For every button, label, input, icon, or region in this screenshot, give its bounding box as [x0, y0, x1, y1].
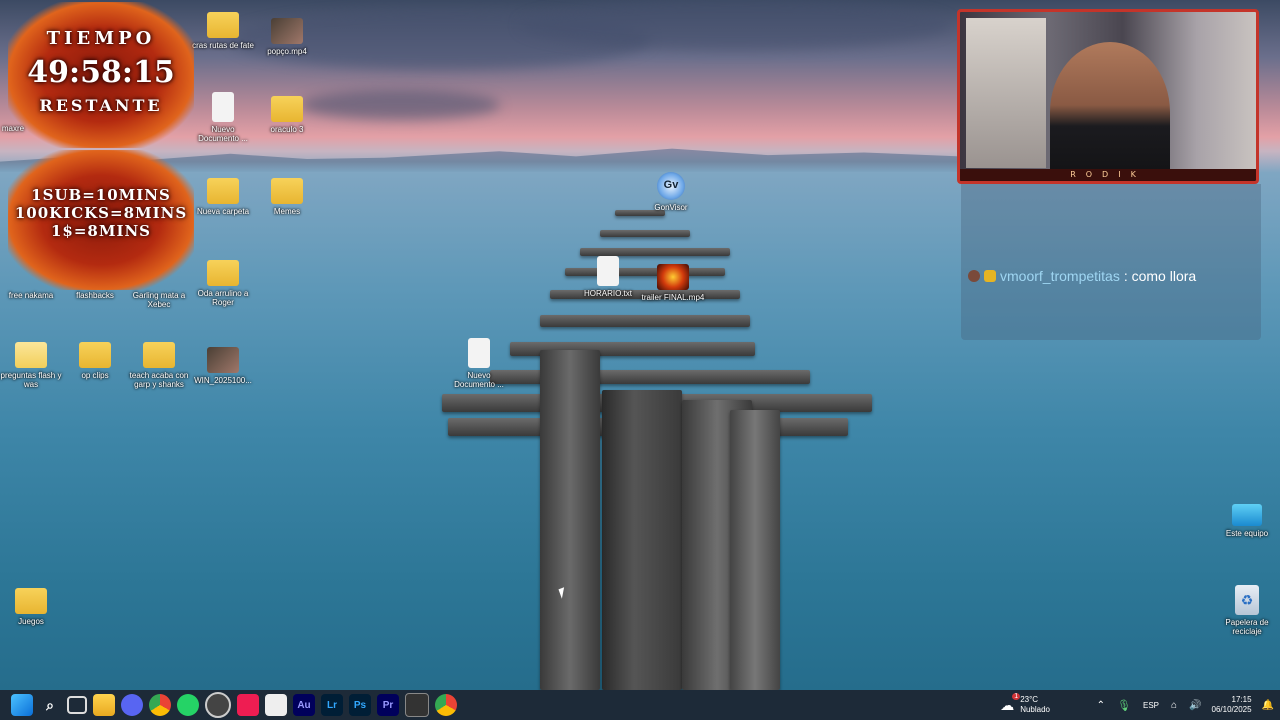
timer-value: 49:58:15	[27, 55, 175, 90]
lightroom-icon[interactable]: Lr	[321, 694, 343, 716]
plank	[602, 390, 682, 690]
system-tray: ☁ 1 23°C Nublado	[994, 690, 1050, 720]
tiktok-icon[interactable]	[237, 694, 259, 716]
folder-icon	[15, 588, 47, 614]
desktop-icon-text-file[interactable]: HORARIO.txt	[575, 256, 641, 298]
file-explorer-icon[interactable]	[93, 694, 115, 716]
shelf-background	[966, 18, 1046, 168]
recycle-bin-icon: ♻	[1235, 585, 1259, 615]
language-indicator[interactable]: ESP	[1143, 701, 1159, 710]
clock[interactable]: 17:15 06/10/2025	[1212, 695, 1252, 714]
timer-label-bottom: RESTANTE	[39, 96, 163, 115]
network-icon[interactable]: ⌂	[1171, 700, 1177, 711]
desktop-icon-document[interactable]: Nuevo Documento ...	[446, 338, 512, 389]
webcam-overlay: RODIK	[957, 9, 1259, 184]
search-icon[interactable]: ⌕	[39, 694, 61, 716]
chat-username: vmoorf_trompetitas	[1000, 268, 1120, 284]
task-view-icon[interactable]	[67, 696, 87, 714]
weather-icon[interactable]: ☁	[1000, 697, 1014, 714]
plank	[600, 230, 690, 237]
subathon-timer-panel: TIEMPO 49:58:15 RESTANTE	[8, 2, 194, 148]
rule-kicks: 100KICKS=8MINS	[14, 204, 188, 222]
desktop-icon-folder[interactable]: cras rutas de fate	[190, 12, 256, 50]
desktop-icon-video[interactable]: popço.mp4	[254, 18, 320, 56]
plank	[490, 370, 810, 384]
folder-icon	[15, 342, 47, 368]
document-icon	[212, 92, 234, 122]
chat-overlay-panel	[961, 184, 1261, 340]
terminal-icon[interactable]	[405, 693, 429, 717]
plank	[540, 315, 750, 327]
chrome-active-icon[interactable]	[435, 694, 457, 716]
desktop-icon-gonvisor[interactable]: Gv GonVisor	[638, 172, 704, 212]
microphone-icon[interactable]: 🎙	[1117, 699, 1131, 712]
taskbar: ⌕ Au Lr Ps Pr ☁ 1 23°C Nublado ⌃ 🎙 ESP ⌂…	[0, 690, 1280, 720]
folder-icon	[271, 178, 303, 204]
photoshop-icon[interactable]: Ps	[349, 694, 371, 716]
chat-message: vmoorf_trompetitas : como llora	[968, 268, 1196, 284]
desktop-icon-folder[interactable]: Nueva carpeta	[190, 178, 256, 216]
streamer-video	[1050, 42, 1170, 181]
clock-time: 17:15	[1231, 695, 1252, 705]
plank	[540, 350, 600, 690]
document-icon	[597, 256, 619, 286]
desktop-icon-video[interactable]: WIN_2025100...	[190, 347, 256, 385]
desktop-icon-this-pc[interactable]: Este equipo	[1214, 504, 1280, 538]
chrome-icon[interactable]	[149, 694, 171, 716]
desktop-icon-folder[interactable]: Memes	[254, 178, 320, 216]
crown-badge-icon	[984, 270, 996, 282]
webcam-name-tag: RODIK	[960, 169, 1256, 181]
premiere-icon[interactable]: Pr	[377, 694, 399, 716]
folder-icon	[79, 342, 111, 368]
capcut-icon[interactable]	[265, 694, 287, 716]
document-icon	[468, 338, 490, 368]
desktop-icon-video[interactable]: trailer FINAL.mp4	[640, 264, 706, 302]
obs-icon[interactable]	[205, 692, 231, 718]
video-thumbnail-icon	[271, 18, 303, 44]
chat-message-text: : como llora	[1123, 268, 1197, 284]
desktop-icon-document[interactable]: Nuevo Documento ...	[190, 92, 256, 143]
tray-right: ⌃ 🎙 ESP ⌂ 🔊 17:15 06/10/2025 🔔	[1091, 690, 1280, 720]
video-thumbnail-icon	[657, 264, 689, 290]
timer-label-top: TIEMPO	[46, 28, 156, 49]
folder-icon	[207, 12, 239, 38]
volume-icon[interactable]: 🔊	[1189, 700, 1201, 711]
windows-start-icon[interactable]	[11, 694, 33, 716]
monitor-icon	[1232, 504, 1262, 526]
whatsapp-icon[interactable]	[177, 694, 199, 716]
clock-date: 06/10/2025	[1211, 705, 1252, 714]
notifications-bell-icon[interactable]: 🔔	[1262, 700, 1274, 711]
chevron-up-icon[interactable]: ⌃	[1097, 700, 1105, 711]
desktop-icon-folder[interactable]: preguntas flash y was	[0, 342, 64, 389]
user-avatar-icon	[968, 270, 980, 282]
desktop-icon-folder[interactable]: op clips	[62, 342, 128, 380]
desktop-icon-folder[interactable]: Juegos	[0, 588, 64, 626]
video-thumbnail-icon	[207, 347, 239, 373]
rule-subs: 1SUB=10MINS	[31, 186, 171, 204]
weather-badge: 1	[1012, 693, 1021, 700]
plank	[730, 410, 780, 690]
cloud	[300, 90, 500, 120]
folder-icon	[207, 260, 239, 286]
weather-description: Nublado	[1020, 705, 1050, 714]
folder-icon	[207, 178, 239, 204]
cloud	[520, 0, 950, 50]
subathon-rules-panel: 1SUB=10MINS 100KICKS=8MINS 1$=8MINS	[8, 150, 194, 290]
desktop-icon-recycle-bin[interactable]: ♻ Papelera de reciclaje	[1214, 585, 1280, 636]
rule-dollars: 1$=8MINS	[50, 222, 152, 240]
audition-icon[interactable]: Au	[293, 694, 315, 716]
gonvisor-app-icon: Gv	[657, 172, 685, 200]
discord-icon[interactable]	[121, 694, 143, 716]
folder-icon	[143, 342, 175, 368]
desktop-icon-folder[interactable]: Oda arrulino a Roger	[190, 260, 256, 307]
weather-temperature: 23°C	[1020, 695, 1039, 705]
desktop-icon-folder[interactable]: oraculo 3	[254, 96, 320, 134]
desktop-icon-folder[interactable]: teach acaba con garp y shanks	[126, 342, 192, 389]
folder-icon	[271, 96, 303, 122]
plank	[580, 248, 730, 256]
